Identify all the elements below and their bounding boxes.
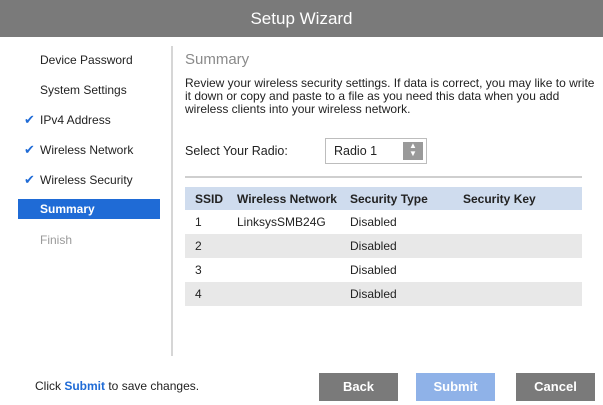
column-header-ssid: SSID [185, 187, 227, 210]
table-row: 2 Disabled [185, 234, 582, 258]
sidebar: Device Password System Settings ✔ IPv4 A… [0, 37, 168, 355]
sidebar-item-label: Finish [40, 233, 73, 247]
sidebar-item-ipv4-address[interactable]: ✔ IPv4 Address [18, 110, 160, 130]
sidebar-item-finish: Finish [18, 230, 160, 250]
table-row: 3 Disabled [185, 258, 582, 282]
cell-security-type: Disabled [340, 282, 453, 306]
cell-wireless-network [227, 234, 340, 258]
spinner-arrows-icon[interactable]: ▲ ▼ [403, 142, 423, 160]
column-header-wireless-network: Wireless Network [227, 187, 340, 210]
cell-ssid: 1 [185, 210, 227, 234]
cell-security-key [453, 210, 582, 234]
sidebar-item-label: Device Password [40, 53, 133, 67]
checkmark-icon: ✔ [24, 142, 35, 157]
sidebar-item-summary[interactable]: Summary [18, 199, 160, 219]
radio-select-label: Select Your Radio: [185, 144, 288, 158]
cell-security-key [453, 234, 582, 258]
sidebar-item-label: IPv4 Address [40, 113, 111, 127]
cancel-button[interactable]: Cancel [516, 373, 595, 401]
summary-table: SSID Wireless Network Security Type Secu… [185, 187, 582, 306]
cell-security-key [453, 282, 582, 306]
cell-wireless-network [227, 258, 340, 282]
sidebar-item-label: Wireless Network [40, 143, 134, 157]
footer: Click Submit to save changes. Back Submi… [0, 355, 603, 405]
radio-select-value: Radio 1 [334, 144, 378, 158]
footer-hint: Click Submit to save changes. [35, 379, 199, 393]
cell-security-key [453, 258, 582, 282]
table-header-row: SSID Wireless Network Security Type Secu… [185, 187, 582, 210]
sidebar-item-label: Summary [40, 202, 95, 216]
window-title: Setup Wizard [0, 0, 603, 37]
table-row: 1 LinksysSMB24G Disabled [185, 210, 582, 234]
submit-button[interactable]: Submit [416, 373, 495, 401]
checkmark-icon: ✔ [24, 112, 35, 127]
table-row: 4 Disabled [185, 282, 582, 306]
column-header-security-key: Security Key [453, 187, 582, 210]
page-title: Summary [185, 51, 250, 68]
cell-ssid: 4 [185, 282, 227, 306]
cell-security-type: Disabled [340, 258, 453, 282]
footer-hint-prefix: Click [35, 379, 65, 393]
radio-select[interactable]: Radio 1 ▲ ▼ [325, 138, 427, 164]
vertical-divider [171, 46, 173, 356]
cell-wireless-network [227, 282, 340, 306]
submit-link[interactable]: Submit [64, 379, 105, 393]
cell-ssid: 3 [185, 258, 227, 282]
checkmark-icon: ✔ [24, 172, 35, 187]
footer-hint-suffix: to save changes. [105, 379, 200, 393]
sidebar-item-label: Wireless Security [40, 173, 133, 187]
sidebar-item-system-settings[interactable]: System Settings [18, 80, 160, 100]
horizontal-divider [185, 176, 582, 178]
summary-description: Review your wireless security settings. … [185, 76, 595, 116]
sidebar-item-wireless-network[interactable]: ✔ Wireless Network [18, 140, 160, 160]
cell-ssid: 2 [185, 234, 227, 258]
sidebar-item-device-password[interactable]: Device Password [18, 50, 160, 70]
cell-security-type: Disabled [340, 234, 453, 258]
cell-wireless-network: LinksysSMB24G [227, 210, 340, 234]
cell-security-type: Disabled [340, 210, 453, 234]
sidebar-item-label: System Settings [40, 83, 127, 97]
back-button[interactable]: Back [319, 373, 398, 401]
sidebar-item-wireless-security[interactable]: ✔ Wireless Security [18, 170, 160, 190]
column-header-security-type: Security Type [340, 187, 453, 210]
